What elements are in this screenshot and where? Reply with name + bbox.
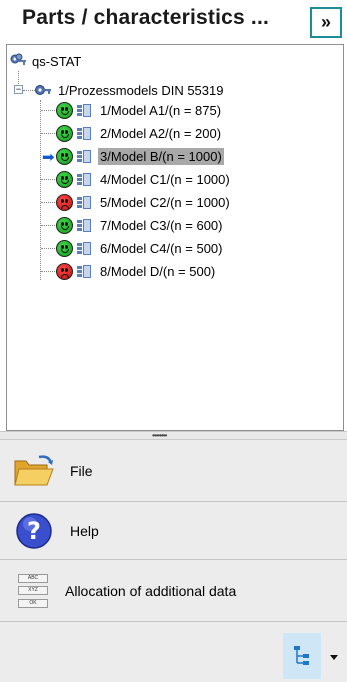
tree-item-label: 1/Model A1/(n = 875) — [100, 102, 222, 118]
panel-header: Parts / characteristics ... » — [0, 0, 347, 44]
help-label: Help — [70, 522, 99, 539]
tree-connector — [41, 110, 55, 111]
allocation-button[interactable]: ABC XYZ OK Allocation of additional data — [0, 560, 347, 622]
splitter-grip-icon: •••••••• — [152, 431, 167, 440]
file-button[interactable]: File — [0, 440, 347, 502]
red-frown-icon — [56, 193, 73, 211]
green-smiley-icon — [56, 124, 73, 142]
svg-text:?: ? — [27, 517, 41, 545]
green-smiley-icon — [56, 216, 73, 234]
tree-item-label: 5/Model C2/(n = 1000) — [100, 194, 230, 210]
tree-item[interactable]: 4/Model C1/(n = 1000) — [56, 169, 232, 189]
model-icon — [76, 195, 92, 210]
current-item-arrow-icon: ➡ — [42, 149, 55, 166]
folder-open-icon — [14, 454, 54, 485]
green-smiley-icon — [56, 170, 73, 188]
keys-icon — [10, 53, 26, 65]
tree-connector — [41, 179, 55, 180]
tree-connector — [41, 271, 55, 272]
key-icon — [35, 85, 51, 95]
file-label: File — [70, 462, 93, 479]
parts-tree[interactable]: qs-STAT − 1/Prozessmodels DIN 55319 ➡ 1/… — [6, 44, 344, 431]
collapse-panel-button[interactable]: » — [310, 7, 342, 38]
help-question-icon: ? — [16, 512, 52, 549]
panel-title: Parts / characteristics ... — [22, 6, 270, 29]
tree-group-label: 1/Prozessmodels DIN 55319 — [58, 82, 224, 98]
double-chevron-right-icon: » — [320, 12, 331, 32]
tree-item[interactable]: 8/Model D/(n = 500) — [56, 261, 217, 281]
tree-connector — [41, 133, 55, 134]
tree-item-label: 6/Model C4/(n = 500) — [100, 240, 223, 256]
model-icon — [76, 241, 92, 256]
model-icon — [76, 126, 92, 141]
tree-item-label: 3/Model B/(n = 1000) — [98, 147, 224, 165]
model-icon — [76, 103, 92, 118]
tree-connector — [40, 100, 41, 280]
model-icon — [76, 149, 92, 164]
tree-connector — [23, 90, 35, 91]
abc-xyz-ok-icon: ABC XYZ OK — [18, 573, 48, 608]
model-icon — [76, 264, 92, 279]
panel-splitter[interactable]: •••••••• — [0, 431, 347, 440]
tree-item-selected[interactable]: 3/Model B/(n = 1000) — [56, 146, 224, 166]
tree-view-icon — [294, 646, 309, 665]
green-smiley-icon — [56, 239, 73, 257]
tree-item[interactable]: 5/Model C2/(n = 1000) — [56, 192, 232, 212]
collapse-node-button[interactable]: − — [14, 85, 23, 94]
tree-connector — [41, 225, 55, 226]
allocation-label: Allocation of additional data — [65, 582, 237, 599]
dropdown-arrow-icon[interactable] — [330, 655, 338, 660]
tree-root-label: qs-STAT — [32, 53, 82, 69]
icon-text-ok: OK — [18, 598, 48, 608]
model-icon — [76, 172, 92, 187]
tree-connector — [41, 202, 55, 203]
tree-item-label: 4/Model C1/(n = 1000) — [100, 171, 230, 187]
tree-item-label: 2/Model A2/(n = 200) — [100, 125, 222, 141]
icon-text-xyz: XYZ — [18, 586, 48, 595]
tree-group[interactable]: 1/Prozessmodels DIN 55319 — [35, 80, 225, 100]
minus-icon: − — [15, 84, 22, 94]
icon-text-abc: ABC — [18, 573, 48, 583]
tree-item-label: 7/Model C3/(n = 600) — [100, 217, 223, 233]
tree-item[interactable]: 2/Model A2/(n = 200) — [56, 123, 223, 143]
tree-item[interactable]: 6/Model C4/(n = 500) — [56, 238, 224, 258]
tree-item[interactable]: 1/Model A1/(n = 875) — [56, 100, 223, 120]
green-smiley-icon — [56, 101, 73, 119]
tree-connector — [41, 248, 55, 249]
green-smiley-icon — [56, 147, 73, 165]
help-button[interactable]: ? Help — [0, 502, 347, 560]
tree-root[interactable]: qs-STAT — [10, 51, 83, 71]
tree-view-button[interactable] — [283, 633, 321, 679]
tree-item-label: 8/Model D/(n = 500) — [100, 263, 216, 279]
tree-item[interactable]: 7/Model C3/(n = 600) — [56, 215, 224, 235]
model-icon — [76, 218, 92, 233]
red-frown-icon — [56, 262, 73, 280]
